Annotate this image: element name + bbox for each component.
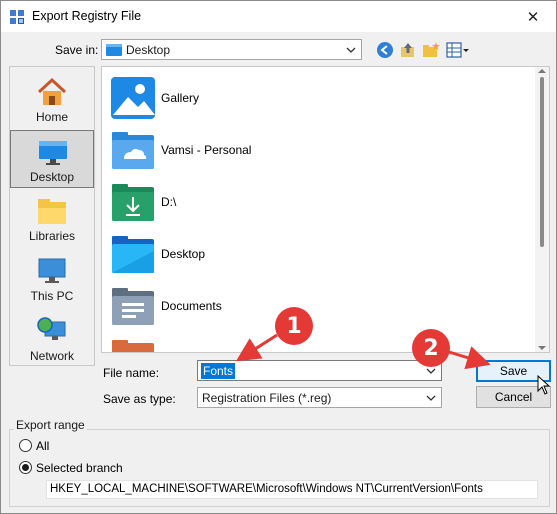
list-item-d-drive[interactable]: D:\ <box>106 177 526 227</box>
list-item-vamsi-personal[interactable]: Vamsi - Personal <box>106 125 526 175</box>
libraries-icon <box>38 199 66 224</box>
close-icon: ✕ <box>526 8 540 26</box>
file-name-value: Fonts <box>201 363 236 379</box>
desktop-icon <box>39 141 67 165</box>
places-label-this-pc: This PC <box>30 289 74 303</box>
up-folder-icon[interactable] <box>399 41 417 59</box>
file-name-documents: Documents <box>161 299 222 313</box>
chevron-down-icon <box>346 47 356 53</box>
new-folder-icon[interactable] <box>422 41 440 59</box>
places-label-libraries: Libraries <box>28 229 76 243</box>
file-name-input[interactable]: Fonts <box>197 360 442 381</box>
home-icon <box>37 77 67 105</box>
list-item-partial[interactable] <box>106 333 526 352</box>
places-item-home[interactable]: Home <box>10 71 94 129</box>
scroll-thumb[interactable] <box>540 77 544 247</box>
places-bar: Home Desktop Libraries This PC Network <box>9 66 95 366</box>
annotation-badge-2: 2 <box>412 329 450 367</box>
places-label-network: Network <box>29 349 74 363</box>
scroll-down-icon[interactable] <box>538 346 546 350</box>
folder-icon <box>112 340 154 352</box>
file-name-label: File name: <box>103 366 160 380</box>
save-as-type-label: Save as type: <box>103 392 176 406</box>
radio-all[interactable] <box>19 439 32 452</box>
file-name-d-drive: D:\ <box>161 195 177 209</box>
places-label-home: Home <box>35 110 68 124</box>
save-as-type-dropdown[interactable]: Registration Files (*.reg) <box>197 387 442 408</box>
file-name-gallery: Gallery <box>161 91 200 105</box>
onedrive-folder-icon <box>112 132 154 169</box>
file-name-vamsi-personal: Vamsi - Personal <box>161 143 252 157</box>
export-range-title: Export range <box>14 418 87 432</box>
list-item-documents[interactable]: Documents <box>106 281 526 331</box>
places-label-desktop: Desktop <box>29 170 75 184</box>
view-menu-icon[interactable] <box>446 41 470 59</box>
save-as-type-value: Registration Files (*.reg) <box>202 391 332 405</box>
radio-selected-branch-label: Selected branch <box>36 461 123 475</box>
mouse-cursor-icon <box>537 375 551 395</box>
back-icon[interactable] <box>376 41 394 59</box>
save-in-value: Desktop <box>126 43 171 57</box>
documents-folder-icon <box>112 288 154 325</box>
chevron-down-icon <box>426 395 436 401</box>
vertical-scrollbar[interactable] <box>535 67 549 352</box>
list-item-desktop[interactable]: Desktop <box>106 229 526 279</box>
radio-all-label: All <box>36 439 50 453</box>
this-pc-icon <box>38 258 66 283</box>
export-registry-dialog: Export Registry File ✕ Save in: Desktop <box>0 0 557 514</box>
file-name-desktop: Desktop <box>161 247 206 261</box>
places-item-desktop[interactable]: Desktop <box>10 130 94 188</box>
gallery-icon <box>111 77 155 119</box>
places-item-network[interactable]: Network <box>10 310 94 368</box>
registry-editor-icon <box>10 10 24 24</box>
places-item-libraries[interactable]: Libraries <box>10 190 94 248</box>
download-folder-icon <box>112 184 154 221</box>
window-title: Export Registry File <box>32 9 142 23</box>
title-bar: Export Registry File ✕ <box>1 1 556 32</box>
places-item-this-pc[interactable]: This PC <box>10 250 94 308</box>
desktop-folder-small-icon <box>106 44 122 56</box>
list-item-gallery[interactable]: Gallery <box>106 73 526 123</box>
network-icon <box>37 317 66 340</box>
file-list[interactable]: Gallery Vamsi - Personal D:\ Desktop Doc… <box>101 66 550 353</box>
save-in-label: Save in: <box>55 43 99 57</box>
scroll-up-icon[interactable] <box>538 69 546 73</box>
selected-branch-input[interactable]: HKEY_LOCAL_MACHINE\SOFTWARE\Microsoft\Wi… <box>46 480 538 499</box>
radio-selected-branch[interactable] <box>19 461 32 474</box>
desktop-folder-icon <box>112 236 154 273</box>
selected-branch-path: HKEY_LOCAL_MACHINE\SOFTWARE\Microsoft\Wi… <box>50 483 483 495</box>
save-in-dropdown[interactable]: Desktop <box>101 39 362 60</box>
annotation-badge-1: 1 <box>275 307 313 345</box>
close-button[interactable]: ✕ <box>510 1 556 32</box>
